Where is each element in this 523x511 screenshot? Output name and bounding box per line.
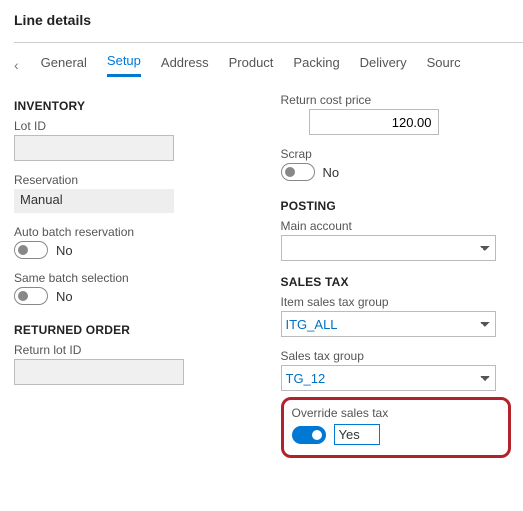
item-sales-tax-group-label: Item sales tax group <box>281 295 523 309</box>
tab-address[interactable]: Address <box>161 55 209 76</box>
auto-batch-text: No <box>56 243 73 258</box>
scrap-text: No <box>323 165 340 180</box>
tab-general[interactable]: General <box>41 55 87 76</box>
tab-setup[interactable]: Setup <box>107 53 141 77</box>
chevron-left-icon[interactable]: ‹ <box>14 57 21 73</box>
return-cost-input[interactable] <box>309 109 439 135</box>
divider <box>14 42 523 43</box>
same-batch-toggle[interactable] <box>14 287 48 305</box>
tab-delivery[interactable]: Delivery <box>360 55 407 76</box>
main-account-select[interactable] <box>281 235 496 261</box>
inventory-heading: INVENTORY <box>14 99 257 113</box>
sales-tax-group-select[interactable]: TG_12 <box>281 365 496 391</box>
override-sales-tax-toggle[interactable] <box>292 426 326 444</box>
return-cost-label: Return cost price <box>281 93 523 107</box>
override-sales-tax-label: Override sales tax <box>292 406 500 420</box>
page-title: Line details <box>14 12 523 28</box>
same-batch-text: No <box>56 289 73 304</box>
lot-id-label: Lot ID <box>14 119 257 133</box>
reservation-label: Reservation <box>14 173 257 187</box>
override-highlight: Override sales tax Yes <box>281 397 511 458</box>
reservation-value[interactable]: Manual <box>14 189 174 213</box>
tab-sourc[interactable]: Sourc <box>427 55 461 76</box>
main-account-label: Main account <box>281 219 523 233</box>
posting-heading: POSTING <box>281 199 523 213</box>
tab-product[interactable]: Product <box>229 55 274 76</box>
return-lot-id-label: Return lot ID <box>14 343 257 357</box>
item-sales-tax-group-select[interactable]: ITG_ALL <box>281 311 496 337</box>
same-batch-label: Same batch selection <box>14 271 257 285</box>
auto-batch-toggle[interactable] <box>14 241 48 259</box>
return-lot-id-input[interactable] <box>14 359 184 385</box>
sales-tax-heading: SALES TAX <box>281 275 523 289</box>
scrap-label: Scrap <box>281 147 523 161</box>
tab-bar: ‹ General Setup Address Product Packing … <box>14 49 523 79</box>
lot-id-input[interactable] <box>14 135 174 161</box>
sales-tax-group-label: Sales tax group <box>281 349 523 363</box>
returned-order-heading: RETURNED ORDER <box>14 323 257 337</box>
auto-batch-label: Auto batch reservation <box>14 225 257 239</box>
tab-packing[interactable]: Packing <box>293 55 339 76</box>
override-sales-tax-text: Yes <box>334 424 380 445</box>
scrap-toggle[interactable] <box>281 163 315 181</box>
